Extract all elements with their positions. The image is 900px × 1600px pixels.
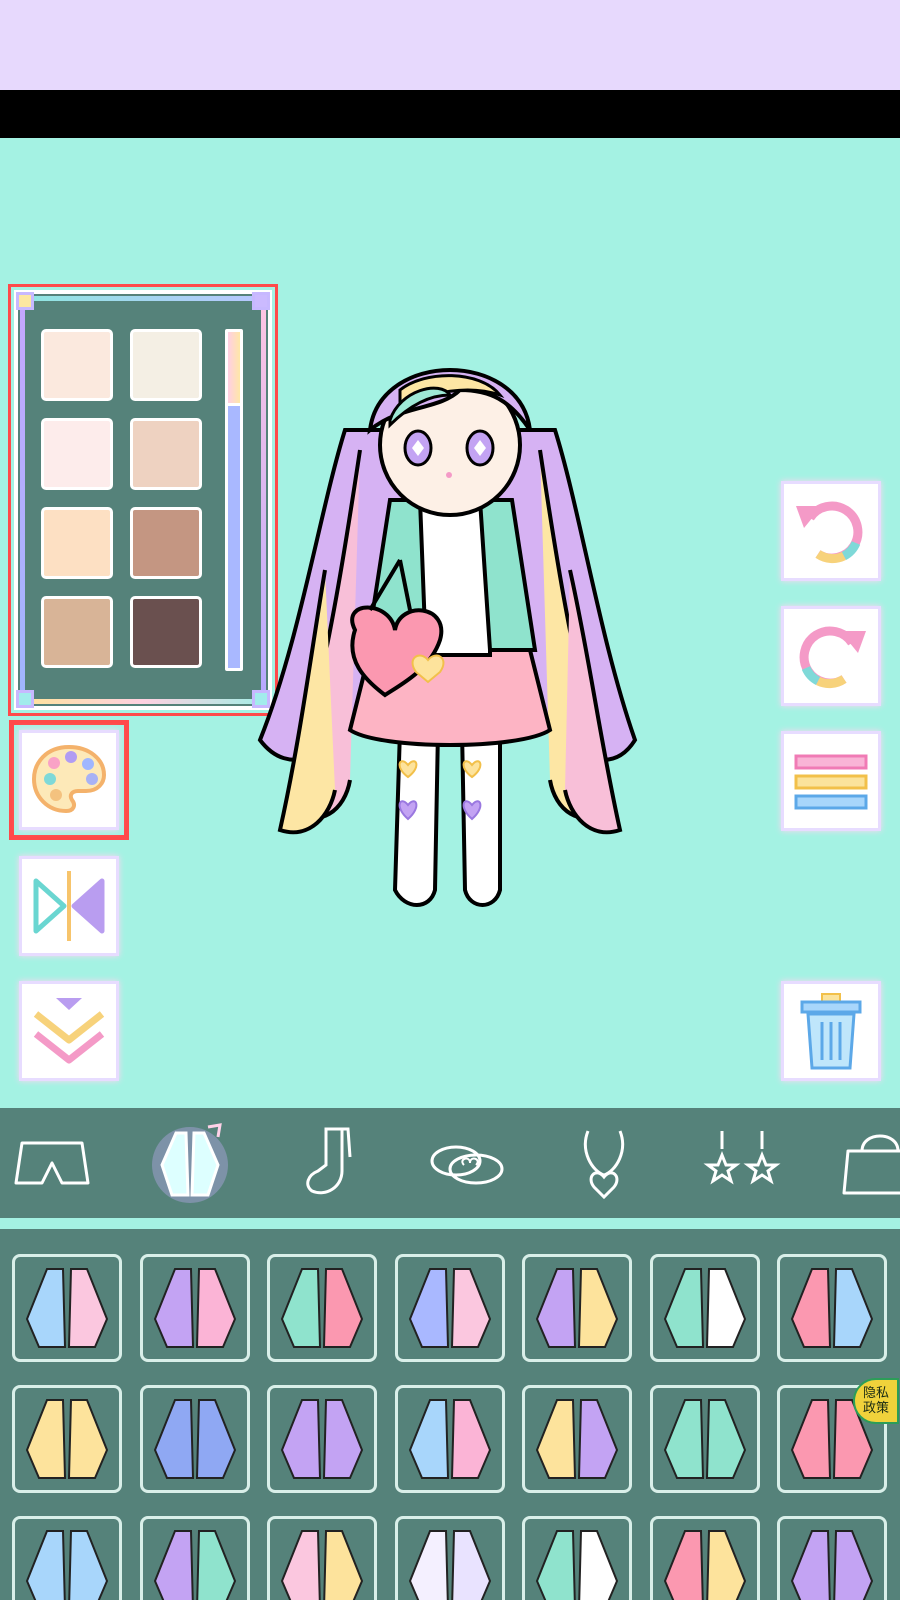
undo-icon (796, 501, 863, 564)
pink-coat-icon (663, 1530, 746, 1600)
pastel-hoodie-icon (153, 1268, 236, 1348)
item-cell[interactable] (522, 1385, 632, 1493)
item-cell[interactable] (12, 1254, 122, 1362)
privacy-line-2: 政策 (862, 1401, 889, 1416)
item-cell[interactable] (649, 1385, 760, 1493)
item-cell[interactable] (139, 1516, 250, 1600)
earrings-icon (703, 1131, 781, 1185)
item-cell[interactable] (267, 1254, 377, 1362)
flip-button[interactable] (19, 856, 119, 956)
redo-button[interactable] (781, 606, 881, 706)
panel-corner (16, 690, 34, 708)
skin-swatch[interactable] (41, 596, 113, 668)
item-cell[interactable] (139, 1385, 250, 1493)
item-cell[interactable] (777, 1254, 887, 1362)
bunny-charm-icon (663, 1268, 746, 1348)
category-shoes[interactable] (416, 1116, 516, 1210)
purple-sweater-icon (790, 1530, 874, 1600)
privacy-policy-badge[interactable]: 隐私 政策 (853, 1378, 899, 1424)
yellow-hoodie-icon (535, 1399, 619, 1479)
item-cell[interactable] (139, 1254, 250, 1362)
cat-track-jacket-icon (408, 1399, 491, 1479)
item-cell[interactable] (522, 1254, 632, 1362)
trash-icon (800, 993, 862, 1070)
item-grid (0, 1229, 900, 1600)
socks-icon (306, 1127, 352, 1195)
menu-button[interactable] (781, 731, 881, 831)
category-socks[interactable] (278, 1116, 378, 1210)
item-cell[interactable] (522, 1516, 632, 1600)
skin-color-panel (8, 284, 278, 716)
skin-swatch[interactable] (41, 329, 113, 401)
flip-horizontal-icon (33, 871, 105, 941)
category-separator (0, 1218, 900, 1229)
item-cell[interactable] (649, 1516, 760, 1600)
skin-swatch[interactable] (130, 507, 202, 579)
item-cell[interactable] (649, 1254, 760, 1362)
handbag-icon (842, 1134, 900, 1195)
category-necklace[interactable] (554, 1116, 654, 1210)
delete-button[interactable] (781, 981, 881, 1081)
pink-yellow-hoodie-icon (280, 1530, 364, 1600)
panel-frame (22, 296, 264, 301)
category-handbag[interactable] (830, 1116, 900, 1210)
jacket-icon (152, 1123, 228, 1203)
item-cell[interactable] (12, 1385, 122, 1493)
chevron-down-icon (33, 998, 105, 1064)
color-palette-icon (31, 744, 107, 814)
undo-button[interactable] (781, 481, 881, 581)
panel-corner (16, 292, 34, 310)
redo-icon (799, 626, 866, 689)
panel-corner (252, 292, 270, 310)
white-puffer-icon (408, 1530, 491, 1600)
ribbon-cape-icon (408, 1268, 491, 1348)
item-cell[interactable] (777, 1516, 887, 1600)
category-jacket[interactable] (140, 1116, 240, 1210)
skin-swatch[interactable] (130, 596, 202, 668)
mint-varsity-icon (535, 1530, 619, 1600)
collapse-button[interactable] (19, 981, 119, 1081)
shoes-icon (430, 1145, 504, 1185)
shade-slider[interactable] (225, 329, 243, 671)
mint-shirt-icon (663, 1399, 746, 1479)
item-cell[interactable] (394, 1254, 505, 1362)
top-status-band (0, 0, 900, 90)
dressup-character (257, 368, 638, 907)
yellow-cardigan-icon (25, 1399, 109, 1479)
category-shorts[interactable] (2, 1116, 102, 1210)
skin-swatch[interactable] (130, 418, 202, 490)
item-cell[interactable] (394, 1516, 505, 1600)
denim-jacket-icon (153, 1399, 236, 1479)
black-bar (0, 90, 900, 138)
shade-slider-thumb[interactable] (228, 332, 240, 406)
star-bag-icon (790, 1268, 874, 1348)
item-cell[interactable] (267, 1385, 377, 1493)
item-cell[interactable] (394, 1385, 505, 1493)
varsity-jacket-icon (535, 1268, 619, 1348)
necklace-icon (583, 1130, 625, 1200)
privacy-line-1: 隐私 (862, 1386, 889, 1401)
skin-swatch[interactable] (41, 418, 113, 490)
blue-duffle-coat-icon (25, 1530, 109, 1600)
purple-coat-icon (280, 1399, 364, 1479)
skin-swatch[interactable] (41, 507, 113, 579)
purple-hoodie-icon (153, 1530, 236, 1600)
panel-frame (20, 298, 25, 702)
item-cell[interactable] (267, 1516, 377, 1600)
category-earrings[interactable] (692, 1116, 792, 1210)
panel-frame (22, 699, 264, 704)
skin-swatch[interactable] (130, 329, 202, 401)
menu-icon (794, 754, 868, 810)
category-bar (0, 1108, 900, 1218)
color-palette-button[interactable] (19, 730, 119, 830)
item-cell[interactable] (12, 1516, 122, 1600)
heart-bag-jacket-icon (280, 1268, 364, 1348)
shorts-icon (14, 1141, 90, 1185)
jacket-with-bag-icon (25, 1268, 109, 1348)
